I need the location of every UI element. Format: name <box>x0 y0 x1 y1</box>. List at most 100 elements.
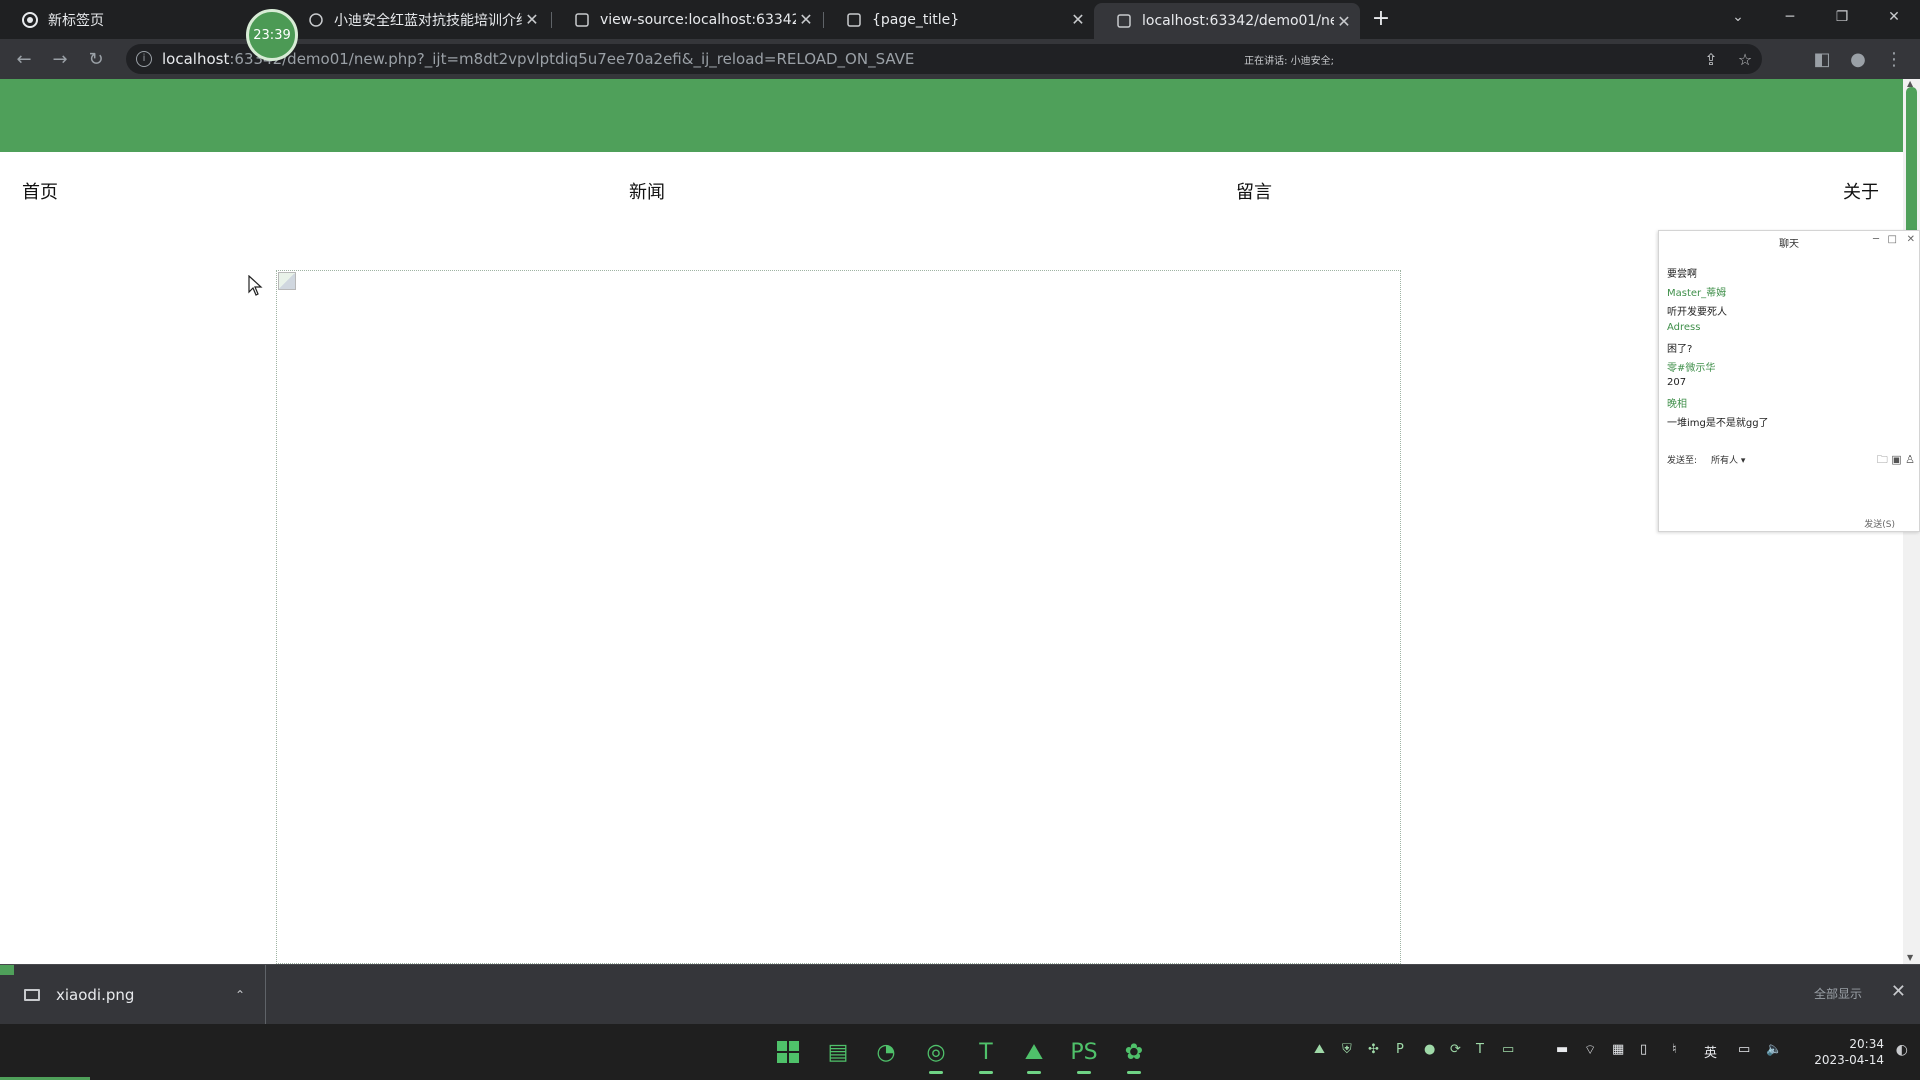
tray-wechat-icon[interactable]: ✣ <box>1368 1042 1379 1057</box>
address-bar[interactable]: i localhost:63342/demo01/new.php?_ijt=m8… <box>126 44 1762 74</box>
profile-icon[interactable]: ● <box>1844 45 1872 73</box>
download-item[interactable]: xiaodi.png ⌃ <box>0 965 266 1025</box>
chrome-icon <box>22 11 38 28</box>
start-menu-icon[interactable] <box>770 1034 806 1070</box>
tab-title: {page_title} <box>872 11 960 28</box>
forward-arrow-icon[interactable]: → <box>46 45 74 73</box>
chat-message: 困了? <box>1667 344 1693 355</box>
site-info-icon[interactable]: i <box>136 51 152 67</box>
omnibox-actions: 正在讲话: 小迪安全; ⇪ ☆ <box>1244 44 1762 74</box>
recording-timer-badge: 23:39 <box>246 9 298 61</box>
chat-image-icon[interactable]: ▣ <box>1891 453 1901 466</box>
side-panel-icon[interactable]: ◧ <box>1808 45 1836 73</box>
tab-page-title[interactable]: {page_title} ✕ <box>824 0 1094 39</box>
ime-indicator[interactable]: 英 <box>1704 1042 1717 1061</box>
nav-link-news[interactable]: 新闻 <box>629 178 665 204</box>
tray-display-icon[interactable]: ▭ <box>1738 1042 1750 1057</box>
mouse-cursor-icon <box>248 274 264 302</box>
nav-link-about[interactable]: 关于 <box>1843 178 1879 204</box>
tray-t-icon[interactable]: T <box>1476 1042 1484 1057</box>
chat-minimize-icon[interactable]: ─ <box>1873 234 1879 245</box>
file-explorer-icon[interactable]: ▤ <box>820 1034 856 1070</box>
back-arrow-icon[interactable]: ← <box>10 45 38 73</box>
tray-dot-icon[interactable]: ● <box>1424 1042 1435 1057</box>
tab-title: localhost:63342/demo01/new <box>1142 13 1334 29</box>
tab-view-source[interactable]: view-source:localhost:63342/c ✕ <box>552 0 822 39</box>
chat-folder-icon[interactable]: 🗀 <box>1877 453 1888 466</box>
chat-sender: Master_蒂姆 <box>1667 288 1727 299</box>
meeting-app-icon[interactable]: ✿ <box>1116 1034 1152 1074</box>
chat-recipient-select[interactable]: 所有人 ▾ <box>1711 453 1745 466</box>
tray-mic-icon[interactable]: ♮ <box>1672 1042 1677 1057</box>
chat-user-icon[interactable]: ♙ <box>1905 453 1915 466</box>
chat-message: 207 <box>1667 377 1687 388</box>
tray-p-icon[interactable]: P <box>1396 1042 1404 1057</box>
page-icon <box>574 12 590 28</box>
close-download-bar-icon[interactable]: ✕ <box>1891 981 1906 1002</box>
minimize-icon[interactable]: ─ <box>1764 0 1816 34</box>
chat-sender: 零#微示华 <box>1667 363 1716 374</box>
tab-search-icon[interactable]: ⌄ <box>1712 0 1764 34</box>
nav-link-message[interactable]: 留言 <box>1236 178 1272 204</box>
broken-image-icon <box>278 272 296 290</box>
tray-battery-icon[interactable]: ▯ <box>1640 1042 1647 1057</box>
restore-icon[interactable]: ❐ <box>1816 0 1868 34</box>
tab-title: 小迪安全红蓝对抗技能培训介绍 <box>334 12 522 29</box>
image-file-icon <box>24 989 40 1001</box>
show-all-downloads-link[interactable]: 全部显示 <box>1814 985 1862 1002</box>
volume-icon[interactable]: 🔈 <box>1766 1042 1782 1057</box>
image-container <box>276 270 1401 964</box>
page-icon <box>1116 13 1132 29</box>
system-clock[interactable]: 20:34 2023-04-14 <box>1814 1036 1884 1068</box>
chat-send-button[interactable]: 发送(S) <box>1864 517 1895 530</box>
reload-icon[interactable]: ↻ <box>82 45 110 73</box>
tray-shield-icon[interactable]: ⛨ <box>1342 1042 1352 1057</box>
chat-message: 要尝啊 <box>1667 269 1697 280</box>
clock-time: 20:34 <box>1849 1037 1884 1051</box>
close-window-icon[interactable]: ✕ <box>1868 0 1920 34</box>
site-nav: 首页 新闻 留言 关于 <box>0 152 1903 222</box>
tray-network-icon[interactable]: ⌔ <box>1584 1042 1596 1058</box>
site-header-banner <box>0 79 1903 152</box>
close-tab-icon[interactable]: ✕ <box>1068 10 1088 29</box>
share-icon[interactable]: ⇪ <box>1694 44 1728 74</box>
tab-title: view-source:localhost:63342/c <box>600 11 796 28</box>
tray-photos-icon[interactable]: ⛰ <box>1314 1042 1325 1057</box>
edge-browser-icon[interactable]: ◔ <box>868 1034 904 1070</box>
bookmark-star-icon[interactable]: ☆ <box>1728 44 1762 74</box>
scroll-down-icon[interactable]: ▼ <box>1907 953 1913 962</box>
tray-windows-icon[interactable]: ▦ <box>1612 1042 1624 1057</box>
chat-close-icon[interactable]: ✕ <box>1907 234 1915 245</box>
chat-maximize-icon[interactable]: □ <box>1888 234 1897 245</box>
windows-taskbar: ▤ ◔ ◎ T ⛰ PS ✿ ⛰ ⛨ ✣ P ● ⟳ T ▭ ▬ ⌔ ▦ ▯ ♮… <box>0 1024 1920 1080</box>
nav-link-home[interactable]: 首页 <box>22 178 58 204</box>
close-tab-icon[interactable]: ✕ <box>1334 12 1354 31</box>
chat-sender: Adress <box>1667 322 1701 333</box>
chat-message: 一堆img是不是就gg了 <box>1667 418 1769 429</box>
new-tab-button[interactable]: + <box>1368 6 1394 32</box>
app-t-icon[interactable]: T <box>968 1034 1004 1074</box>
tab-demo01-new[interactable]: localhost:63342/demo01/new ✕ <box>1094 3 1360 39</box>
photos-app-icon[interactable]: ⛰ <box>1016 1034 1052 1074</box>
chrome-taskbar-icon[interactable]: ◎ <box>918 1034 954 1074</box>
download-file-name: xiaodi.png <box>56 986 135 1004</box>
close-tab-icon[interactable]: ✕ <box>796 10 816 29</box>
page-icon <box>308 12 324 28</box>
phpstorm-icon[interactable]: PS <box>1066 1034 1102 1074</box>
chat-toolbar: 🗀 ▣ ♙ <box>1877 451 1915 470</box>
mic-status-text: 正在讲话: 小迪安全; <box>1244 55 1334 67</box>
download-bar: xiaodi.png ⌃ 全部显示 ✕ <box>0 964 1920 1025</box>
tab-training-intro[interactable]: 小迪安全红蓝对抗技能培训介绍 ✕ <box>286 0 548 39</box>
tray-sync-icon[interactable]: ⟳ <box>1450 1042 1461 1057</box>
page-icon <box>846 12 862 28</box>
chat-title: 聊天 <box>1779 239 1799 250</box>
more-menu-icon[interactable]: ⋮ <box>1880 45 1908 73</box>
close-tab-icon[interactable]: ✕ <box>522 10 542 29</box>
notification-icon[interactable]: ◐ <box>1896 1042 1908 1058</box>
tray-chat-icon[interactable]: ▬ <box>1556 1042 1568 1057</box>
url-path: :63342/demo01/new.php?_ijt=m8dt2vpvlptdi… <box>229 50 915 68</box>
tray-monitor-icon[interactable]: ▭ <box>1502 1042 1514 1057</box>
tab-new-tab[interactable]: 新标签页 <box>0 0 240 39</box>
chevron-up-icon[interactable]: ⌃ <box>235 988 245 1002</box>
clock-date: 2023-04-14 <box>1814 1053 1884 1067</box>
